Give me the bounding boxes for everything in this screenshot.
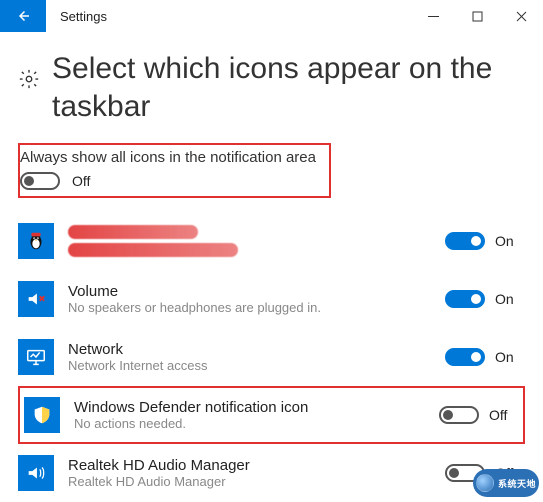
minimize-button[interactable] (411, 0, 455, 32)
item-subtitle: No actions needed. (74, 416, 439, 431)
item-subtitle: No speakers or headphones are plugged in… (68, 300, 445, 315)
item-toggle-state: On (495, 233, 514, 249)
item-toggle[interactable] (439, 406, 479, 424)
list-item: Network Network Internet access On (18, 328, 525, 386)
item-toggle[interactable] (445, 348, 485, 366)
item-text (68, 225, 445, 257)
list-item: Volume No speakers or headphones are plu… (18, 270, 525, 328)
item-title: Volume (68, 283, 445, 300)
item-title: Network (68, 341, 445, 358)
item-title: Windows Defender notification icon (74, 399, 439, 416)
globe-icon (476, 474, 494, 492)
back-button[interactable] (0, 0, 46, 32)
item-subtitle: Realtek HD Audio Manager (68, 474, 445, 489)
list-item: On (18, 212, 525, 270)
master-toggle[interactable] (20, 172, 60, 190)
item-toggle-state: On (495, 349, 514, 365)
volume-muted-icon (18, 281, 54, 317)
item-toggle-state: Off (489, 407, 507, 423)
list-item: Realtek HD Audio Manager Realtek HD Audi… (18, 444, 525, 502)
master-toggle-state: Off (72, 173, 90, 189)
minimize-icon (428, 11, 439, 22)
item-toggle[interactable] (445, 232, 485, 250)
penguin-app-icon (18, 223, 54, 259)
titlebar: Settings (0, 0, 543, 32)
redacted-subtitle (68, 243, 238, 257)
content-area: Select which icons appear on the taskbar… (0, 32, 543, 502)
close-button[interactable] (499, 0, 543, 32)
close-icon (516, 11, 527, 22)
watermark-badge: 系统天地 (473, 469, 539, 497)
arrow-left-icon (14, 7, 32, 25)
maximize-icon (472, 11, 483, 22)
page-title: Select which icons appear on the taskbar (52, 50, 525, 125)
gear-icon (18, 68, 40, 93)
item-subtitle: Network Internet access (68, 358, 445, 373)
list-item-defender: Windows Defender notification icon No ac… (18, 386, 525, 444)
master-toggle-section: Always show all icons in the notificatio… (18, 143, 331, 198)
item-text: Network Network Internet access (68, 341, 445, 373)
item-toggle-state: On (495, 291, 514, 307)
redacted-title (68, 225, 198, 239)
network-monitor-icon (18, 339, 54, 375)
shield-icon (24, 397, 60, 433)
item-title: Realtek HD Audio Manager (68, 457, 445, 474)
window-controls (411, 0, 543, 32)
item-text: Volume No speakers or headphones are plu… (68, 283, 445, 315)
item-toggle[interactable] (445, 290, 485, 308)
audio-manager-icon (18, 455, 54, 491)
app-title: Settings (60, 9, 411, 24)
heading-row: Select which icons appear on the taskbar (18, 50, 525, 125)
item-text: Windows Defender notification icon No ac… (74, 399, 439, 431)
master-toggle-label: Always show all icons in the notificatio… (20, 149, 323, 166)
item-text: Realtek HD Audio Manager Realtek HD Audi… (68, 457, 445, 489)
watermark-text: 系统天地 (498, 477, 536, 490)
maximize-button[interactable] (455, 0, 499, 32)
